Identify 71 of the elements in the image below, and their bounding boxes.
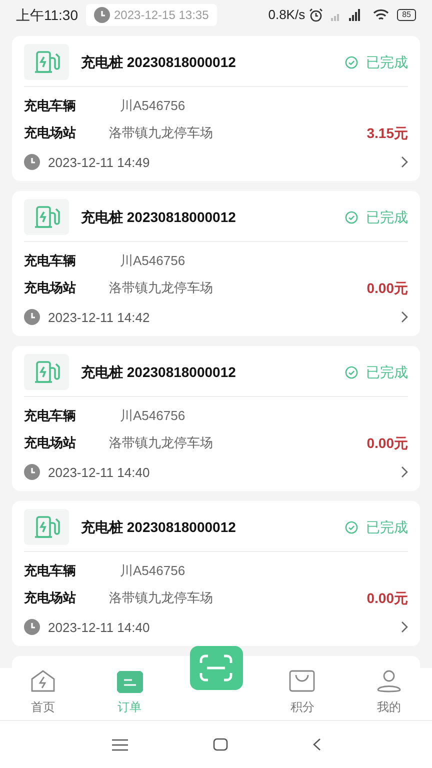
- station-name: 洛带镇九龙停车场: [109, 279, 213, 298]
- charger-title: 充电桩 20230818000012: [81, 208, 236, 226]
- home-icon: [30, 669, 56, 693]
- charger-icon: [24, 354, 69, 390]
- field-label: 充电场站: [24, 279, 77, 298]
- status-text: 已完成: [366, 208, 408, 226]
- back-icon[interactable]: [312, 738, 320, 751]
- station-name: 洛带镇九龙停车场: [109, 589, 213, 608]
- field-label: 充电场站: [24, 434, 77, 452]
- order-time: 2023-12-11 14:42: [48, 308, 150, 326]
- order-time: 2023-12-11 14:40: [48, 618, 150, 636]
- chevron-right-icon: [400, 311, 408, 324]
- field-label: 充电场站: [24, 124, 77, 142]
- clock-icon: [24, 154, 40, 170]
- vehicle-plate: 川A546756: [120, 407, 186, 425]
- station-name: 洛带镇九龙停车场: [109, 124, 213, 142]
- status-time: 上午11:30: [16, 6, 78, 24]
- amount-text: 0.00元: [366, 278, 408, 298]
- status-text: 已完成: [366, 362, 408, 382]
- order-card[interactable]: 充电桩 20230818000012 已完成 充电车辆 川A546756 充电场站 洛带镇九龙停车场 0.00元 2023-12-11 14:40: [12, 346, 420, 491]
- check-circle-icon: [345, 366, 358, 378]
- field-label: 充电车辆: [24, 97, 77, 115]
- order-time: 2023-12-11 14:40: [48, 464, 150, 482]
- vehicle-plate: 川A546756: [120, 252, 186, 270]
- check-circle-icon: [345, 56, 358, 68]
- battery-indicator: 85: [397, 9, 416, 21]
- user-icon: [376, 669, 402, 693]
- partial-order-card[interactable]: 2023-12-15 13:35: [86, 4, 217, 26]
- tab-bar-item[interactable]: 我的: [346, 669, 432, 716]
- status-text: 已完成: [366, 52, 408, 72]
- clock-icon: [24, 619, 40, 636]
- home-button-icon[interactable]: [212, 738, 228, 751]
- alarm-icon: [309, 8, 324, 22]
- clock-icon: [94, 7, 110, 23]
- check-circle-icon: [345, 520, 358, 534]
- status-text: 已完成: [366, 518, 408, 536]
- list-icon: [116, 671, 143, 693]
- amount-text: 0.00元: [366, 434, 408, 452]
- order-time: 2023-12-15 13:35: [114, 7, 209, 24]
- clock-icon: [24, 464, 40, 480]
- clock-icon: [24, 309, 40, 326]
- order-card[interactable]: 充电桩 20230818000012 已完成 充电车辆 川A546756 充电场站 洛带镇九龙停车场 0.00元 2023-12-11 14:40: [12, 501, 420, 646]
- station-name: 洛带镇九龙停车场: [109, 434, 213, 452]
- charger-title: 充电桩 20230818000012: [81, 518, 236, 536]
- amount-text: 0.00元: [366, 588, 408, 608]
- charger-icon: [24, 509, 69, 545]
- amount-text: 3.15元: [366, 124, 408, 142]
- vehicle-plate: 川A546756: [120, 562, 186, 580]
- order-time: 2023-12-11 14:49: [48, 154, 150, 172]
- charger-icon: [24, 199, 69, 235]
- menu-icon[interactable]: [112, 738, 128, 750]
- field-label: 充电车辆: [24, 407, 77, 425]
- wifi-icon: [373, 9, 390, 21]
- chevron-right-icon: [400, 621, 408, 634]
- charger-icon: [24, 44, 69, 80]
- chevron-right-icon: [400, 156, 408, 168]
- network-speed: 0.8K/s: [268, 6, 306, 24]
- chevron-right-icon: [400, 466, 408, 478]
- field-label: 充电场站: [24, 589, 77, 608]
- charger-title: 充电桩 20230818000012: [81, 52, 236, 72]
- check-circle-icon: [345, 210, 358, 224]
- tab-bar-item[interactable]: 首页: [0, 669, 86, 716]
- tab-bar-item[interactable]: 积分: [259, 669, 346, 716]
- field-label: 充电车辆: [24, 562, 77, 580]
- order-card[interactable]: 充电桩 20230818000012 已完成 充电车辆 川A546756 充电场站 洛带镇九龙停车场 3.15元 2023-12-11 14:49: [12, 36, 420, 181]
- bag-icon: [289, 669, 316, 693]
- vehicle-plate: 川A546756: [120, 97, 186, 115]
- field-label: 充电车辆: [24, 252, 77, 270]
- order-card[interactable]: 充电桩 20230818000012 已完成 充电车辆 川A546756 充电场站 洛带镇九龙停车场 0.00元 2023-12-11 14:42: [12, 191, 420, 336]
- charger-title: 充电桩 20230818000012: [81, 362, 236, 382]
- scan-icon: [199, 654, 234, 682]
